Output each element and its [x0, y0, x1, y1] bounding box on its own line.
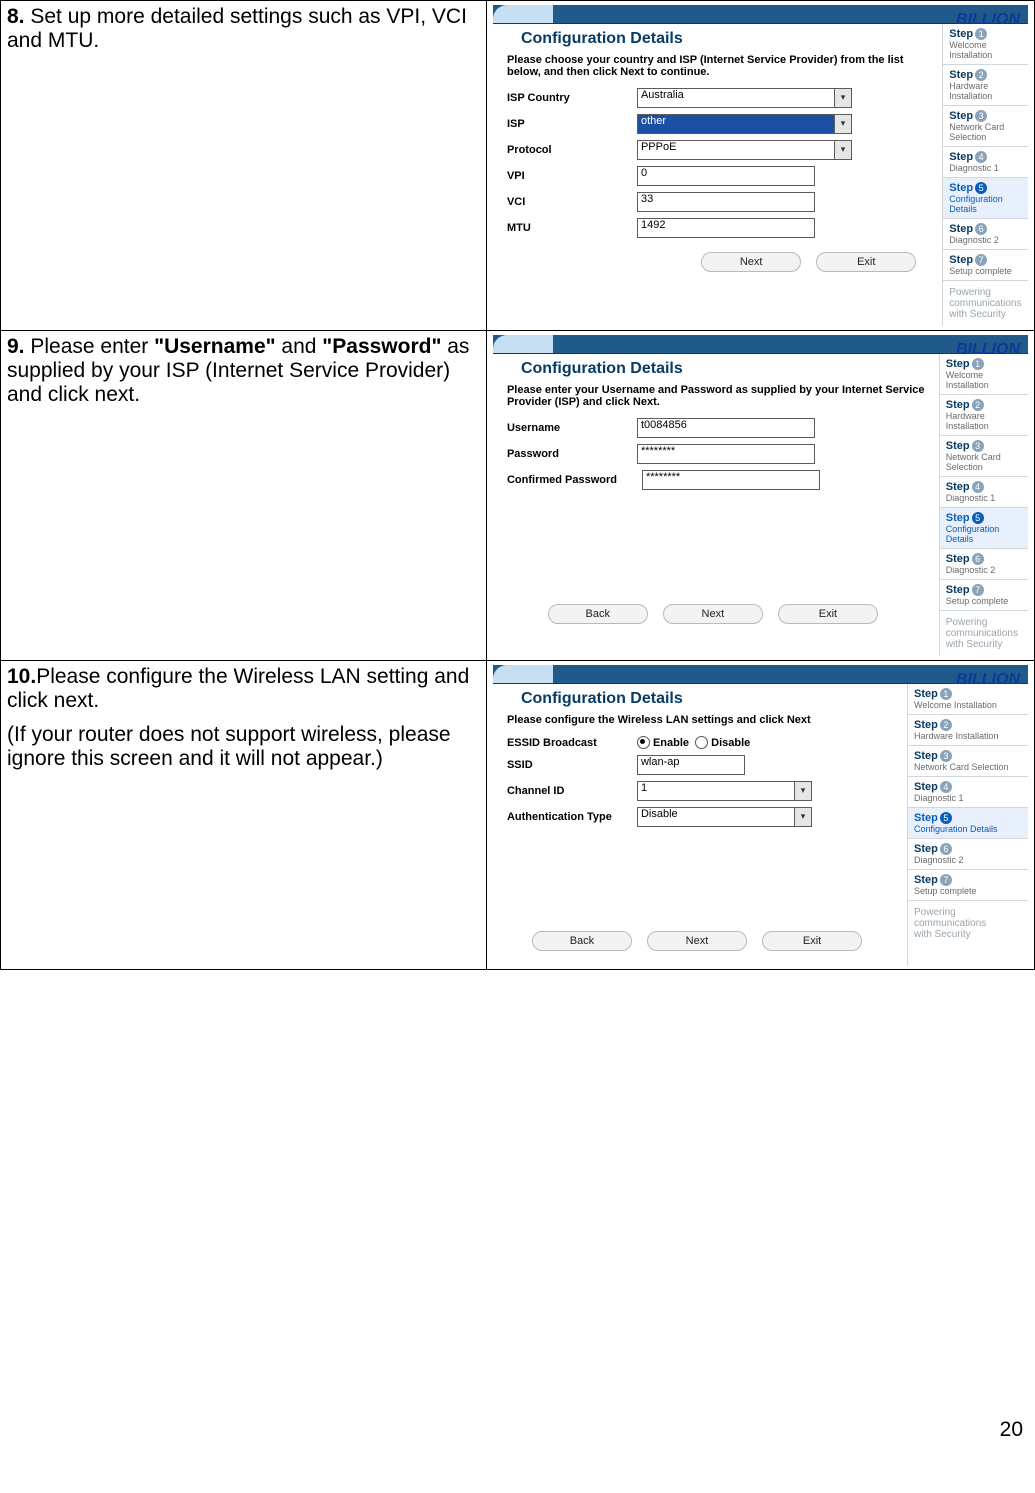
- input-confirm-password[interactable]: ********: [642, 470, 820, 490]
- dialog-title: Configuration Details: [507, 354, 929, 382]
- brand-logo: BILLION: [956, 341, 1020, 359]
- brand-logo: BILLION: [956, 11, 1020, 29]
- label-mtu: MTU: [507, 222, 637, 234]
- step10-text-cell: 10.Please configure the Wireless LAN set…: [1, 661, 487, 970]
- titlebar: [493, 665, 1028, 684]
- steps-sidebar: Step1Welcome Installation Step2Hardware …: [939, 354, 1028, 656]
- label-isp-country: ISP Country: [507, 92, 637, 104]
- select-auth[interactable]: Disable: [637, 807, 795, 827]
- exit-button[interactable]: Exit: [778, 604, 878, 624]
- screenshot-10: BILLION Configuration Details Please con…: [493, 665, 1028, 965]
- brand-logo: BILLION: [956, 671, 1020, 689]
- steps-sidebar: Step1Welcome Installation Step2Hardware …: [942, 24, 1028, 326]
- titlebar: [493, 5, 1028, 24]
- back-button[interactable]: Back: [532, 931, 632, 951]
- exit-button[interactable]: Exit: [816, 252, 916, 272]
- input-password[interactable]: ********: [637, 444, 815, 464]
- label-confirm-password: Confirmed Password: [507, 474, 642, 486]
- dialog-title: Configuration Details: [507, 24, 932, 52]
- select-isp[interactable]: other: [637, 114, 835, 134]
- exit-button[interactable]: Exit: [762, 931, 862, 951]
- next-button[interactable]: Next: [701, 252, 801, 272]
- label-essid: ESSID Broadcast: [507, 737, 637, 749]
- step10-num: 10.: [7, 665, 36, 688]
- select-protocol[interactable]: PPPoE: [637, 140, 835, 160]
- step10-text: Please configure the Wireless LAN settin…: [7, 665, 469, 712]
- screenshot-9: BILLION Configuration Details Please ent…: [493, 335, 1028, 656]
- label-enable: Enable: [653, 737, 689, 749]
- step8-text: Set up more detailed settings such as VP…: [7, 5, 467, 52]
- label-vpi: VPI: [507, 170, 637, 182]
- chevron-down-icon[interactable]: ▾: [835, 140, 852, 160]
- radio-disable[interactable]: [695, 736, 708, 749]
- dialog-title: Configuration Details: [507, 684, 897, 712]
- next-button[interactable]: Next: [647, 931, 747, 951]
- input-vci[interactable]: 33: [637, 192, 815, 212]
- page-number: 20: [0, 1410, 1035, 1442]
- label-disable: Disable: [711, 737, 750, 749]
- dialog-instr: Please configure the Wireless LAN settin…: [507, 714, 897, 726]
- step10-screenshot-cell: BILLION Configuration Details Please con…: [486, 661, 1034, 970]
- chevron-down-icon[interactable]: ▾: [835, 88, 852, 108]
- step9-screenshot-cell: BILLION Configuration Details Please ent…: [486, 331, 1034, 661]
- step9-text-c: and: [276, 335, 323, 358]
- select-channel[interactable]: 1: [637, 781, 795, 801]
- step9-text-b: "Username": [154, 335, 275, 358]
- input-mtu[interactable]: 1492: [637, 218, 815, 238]
- select-isp-country[interactable]: Australia: [637, 88, 835, 108]
- steps-sidebar: Step1Welcome Installation Step2Hardware …: [907, 684, 1028, 965]
- step8-num: 8.: [7, 5, 25, 28]
- label-isp: ISP: [507, 118, 637, 130]
- step9-text-a: Please enter: [30, 335, 154, 358]
- label-password: Password: [507, 448, 637, 460]
- label-auth: Authentication Type: [507, 811, 637, 823]
- next-button[interactable]: Next: [663, 604, 763, 624]
- input-vpi[interactable]: 0: [637, 166, 815, 186]
- radio-enable[interactable]: [637, 736, 650, 749]
- step8-screenshot-cell: BILLION Configuration Details Please cho…: [486, 1, 1034, 331]
- titlebar: [493, 335, 1028, 354]
- chevron-down-icon[interactable]: ▾: [835, 114, 852, 134]
- input-username[interactable]: t0084856: [637, 418, 815, 438]
- step9-text-d: "Password": [322, 335, 441, 358]
- label-channel: Channel ID: [507, 785, 637, 797]
- chevron-down-icon[interactable]: ▾: [795, 781, 812, 801]
- dialog-instr: Please choose your country and ISP (Inte…: [507, 54, 932, 78]
- label-ssid: SSID: [507, 759, 637, 771]
- input-ssid[interactable]: wlan-ap: [637, 755, 745, 775]
- label-vci: VCI: [507, 196, 637, 208]
- step9-num: 9.: [7, 335, 25, 358]
- step9-text-cell: 9. Please enter "Username" and "Password…: [1, 331, 487, 661]
- back-button[interactable]: Back: [548, 604, 648, 624]
- doc-table: 8. Set up more detailed settings such as…: [0, 0, 1035, 970]
- screenshot-8: BILLION Configuration Details Please cho…: [493, 5, 1028, 326]
- step10-note: (If your router does not support wireles…: [7, 723, 480, 771]
- chevron-down-icon[interactable]: ▾: [795, 807, 812, 827]
- step8-text-cell: 8. Set up more detailed settings such as…: [1, 1, 487, 331]
- label-username: Username: [507, 422, 637, 434]
- label-protocol: Protocol: [507, 144, 637, 156]
- dialog-instr: Please enter your Username and Password …: [507, 384, 929, 408]
